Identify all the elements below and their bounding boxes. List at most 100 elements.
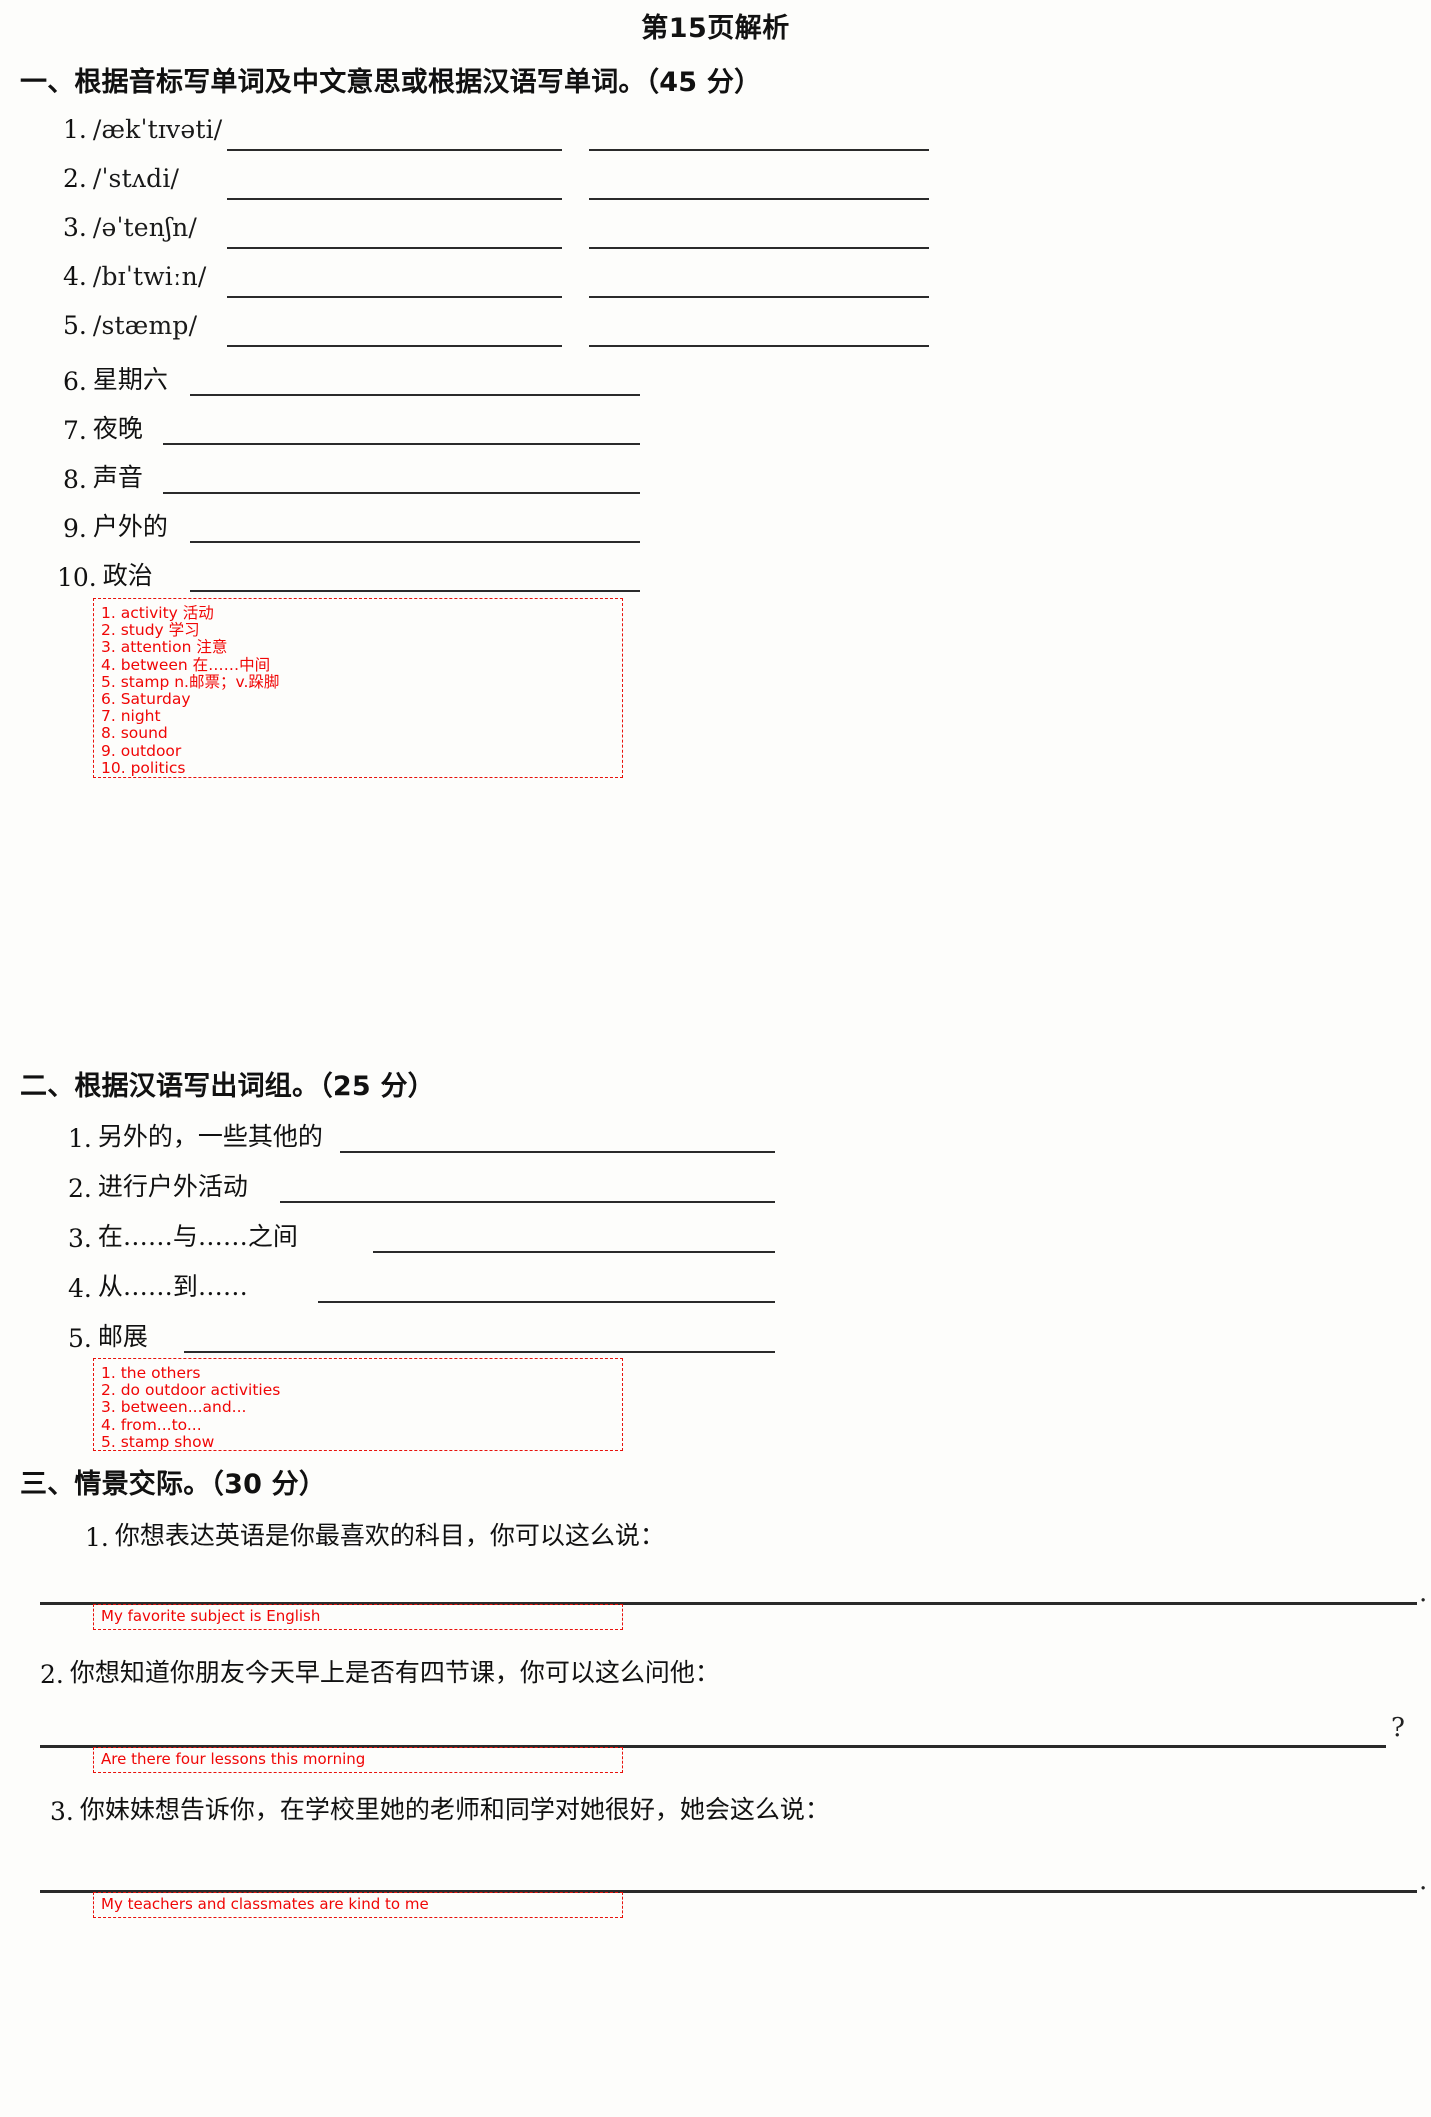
question-number: 6.: [63, 367, 87, 396]
question-prompt: 你想知道你朋友今天早上是否有四节课，你可以这么问他：: [69, 1658, 720, 1687]
section-heading-2: 二、根据汉语写出词组。（25 分）: [20, 1071, 435, 1102]
answer-blank[interactable]: [227, 296, 562, 298]
answer-blank[interactable]: [373, 1251, 775, 1253]
answer-line: 7. night: [101, 707, 161, 726]
question-row: 2. 进行户外活动: [68, 1167, 248, 1203]
question-number: 8.: [63, 465, 87, 494]
question-row: 5. /stæmp/: [63, 311, 197, 340]
question-prompt: 另外的，一些其他的: [97, 1122, 323, 1151]
answer-blank[interactable]: [318, 1301, 775, 1303]
answer-blank[interactable]: [227, 198, 562, 200]
answer-line: 1. the others: [101, 1364, 201, 1382]
answer-blank[interactable]: [190, 541, 640, 543]
answer-blank[interactable]: [227, 149, 562, 151]
answer-line: 2. study 学习: [101, 621, 200, 640]
question-number: 4.: [63, 262, 87, 291]
answer-line: 6. Saturday: [101, 690, 191, 709]
answer-annotation-box: 1. activity 活动 2. study 学习 3. attention …: [93, 598, 623, 778]
question-prompt: 从……到……: [97, 1272, 248, 1301]
question-number: 9.: [63, 514, 87, 543]
question-row: 5. 邮展: [68, 1317, 148, 1353]
question-row: 8. 声音: [63, 458, 143, 494]
answer-line: My favorite subject is English: [101, 1607, 321, 1625]
answer-blank[interactable]: [340, 1151, 775, 1153]
answer-line: 4. between 在……中间: [101, 655, 271, 674]
answer-annotation-box: 1. the others 2. do outdoor activities 3…: [93, 1358, 623, 1451]
question-number: 2.: [68, 1174, 92, 1203]
question-number: 5.: [68, 1324, 92, 1353]
question-number: 3.: [50, 1797, 74, 1826]
question-prompt: /bɪˈtwiːn/: [92, 262, 207, 291]
answer-blank[interactable]: [184, 1351, 775, 1353]
question-prompt: 邮展: [97, 1322, 148, 1351]
question-row: 10. 政治: [57, 556, 153, 592]
question-number: 3.: [63, 213, 87, 242]
answer-line: 1. activity 活动: [101, 604, 214, 622]
question-prompt: /ˈstʌdi/: [92, 164, 180, 193]
question-prompt: /ækˈtɪvəti/: [92, 115, 223, 144]
answer-blank[interactable]: [589, 149, 929, 151]
question-prompt: 你想表达英语是你最喜欢的科目，你可以这么说：: [114, 1521, 665, 1550]
answer-blank[interactable]: [163, 492, 640, 494]
answer-line: My teachers and classmates are kind to m…: [101, 1895, 429, 1913]
question-row: 1. /ækˈtɪvəti/: [63, 115, 222, 144]
question-row: 3. 你妹妹想告诉你，在学校里她的老师和同学对她很好，她会这么说：: [50, 1790, 830, 1826]
answer-blank[interactable]: [190, 590, 640, 592]
question-number: 2.: [63, 164, 87, 193]
answer-blank[interactable]: [589, 296, 929, 298]
page-title: 第15页解析: [641, 13, 790, 44]
question-row: 6. 星期六: [63, 360, 168, 396]
question-prompt: 户外的: [92, 512, 168, 541]
answer-line: 10. politics: [101, 758, 186, 777]
question-number: 1.: [63, 115, 87, 144]
question-row: 1. 另外的，一些其他的: [68, 1117, 323, 1153]
question-prompt: 政治: [102, 561, 153, 590]
answer-line: 5. stamp n.邮票；v.跺脚: [101, 672, 280, 691]
question-number: 1.: [68, 1124, 92, 1153]
end-punctuation: ?: [1391, 1713, 1405, 1743]
answer-blank[interactable]: [280, 1201, 775, 1203]
question-number: 1.: [85, 1523, 109, 1552]
answer-blank[interactable]: [589, 345, 929, 347]
question-prompt: 星期六: [92, 365, 168, 394]
answer-blank[interactable]: [589, 247, 929, 249]
answer-blank[interactable]: [227, 247, 562, 249]
answer-line: Are there four lessons this morning: [101, 1750, 366, 1768]
answer-annotation-box: My teachers and classmates are kind to m…: [93, 1892, 623, 1918]
answer-annotation-box: Are there four lessons this morning: [93, 1747, 623, 1773]
question-row: 2. /ˈstʌdi/: [63, 164, 179, 193]
question-prompt: 进行户外活动: [97, 1172, 248, 1201]
question-row: 7. 夜晚: [63, 409, 143, 445]
end-punctuation: .: [1419, 1578, 1428, 1608]
answer-line: 5. stamp show: [101, 1432, 215, 1451]
question-row: 1. 你想表达英语是你最喜欢的科目，你可以这么说：: [85, 1516, 665, 1552]
section-heading-3: 三、情景交际。（30 分）: [20, 1469, 327, 1500]
question-number: 10.: [57, 563, 97, 592]
question-number: 4.: [68, 1274, 92, 1303]
question-row: 4. /bɪˈtwiːn/: [63, 262, 207, 291]
question-number: 5.: [63, 311, 87, 340]
question-row: 4. 从……到……: [68, 1267, 248, 1303]
answer-blank[interactable]: [227, 345, 562, 347]
question-prompt: 你妹妹想告诉你，在学校里她的老师和同学对她很好，她会这么说：: [79, 1795, 830, 1824]
question-prompt: 在……与……之间: [97, 1222, 298, 1251]
end-punctuation: .: [1419, 1866, 1428, 1896]
question-prompt: 夜晚: [92, 414, 143, 443]
question-number: 2.: [40, 1660, 64, 1689]
answer-annotation-box: My favorite subject is English: [93, 1604, 623, 1630]
answer-line: 3. attention 注意: [101, 638, 228, 657]
answer-line: 3. between...and...: [101, 1398, 247, 1417]
answer-blank[interactable]: [163, 443, 640, 445]
answer-line: 2. do outdoor activities: [101, 1381, 281, 1400]
question-number: 7.: [63, 416, 87, 445]
answer-line: 9. outdoor: [101, 741, 182, 760]
question-row: 2. 你想知道你朋友今天早上是否有四节课，你可以这么问他：: [40, 1653, 720, 1689]
section-heading-1: 一、根据音标写单词及中文意思或根据汉语写单词。（45 分）: [20, 67, 762, 98]
answer-line: 8. sound: [101, 724, 168, 743]
question-row: 9. 户外的: [63, 507, 168, 543]
question-prompt: 声音: [92, 463, 143, 492]
answer-blank[interactable]: [589, 198, 929, 200]
answer-line: 4. from...to...: [101, 1415, 202, 1434]
answer-blank[interactable]: [190, 394, 640, 396]
question-prompt: /stæmp/: [92, 311, 198, 340]
